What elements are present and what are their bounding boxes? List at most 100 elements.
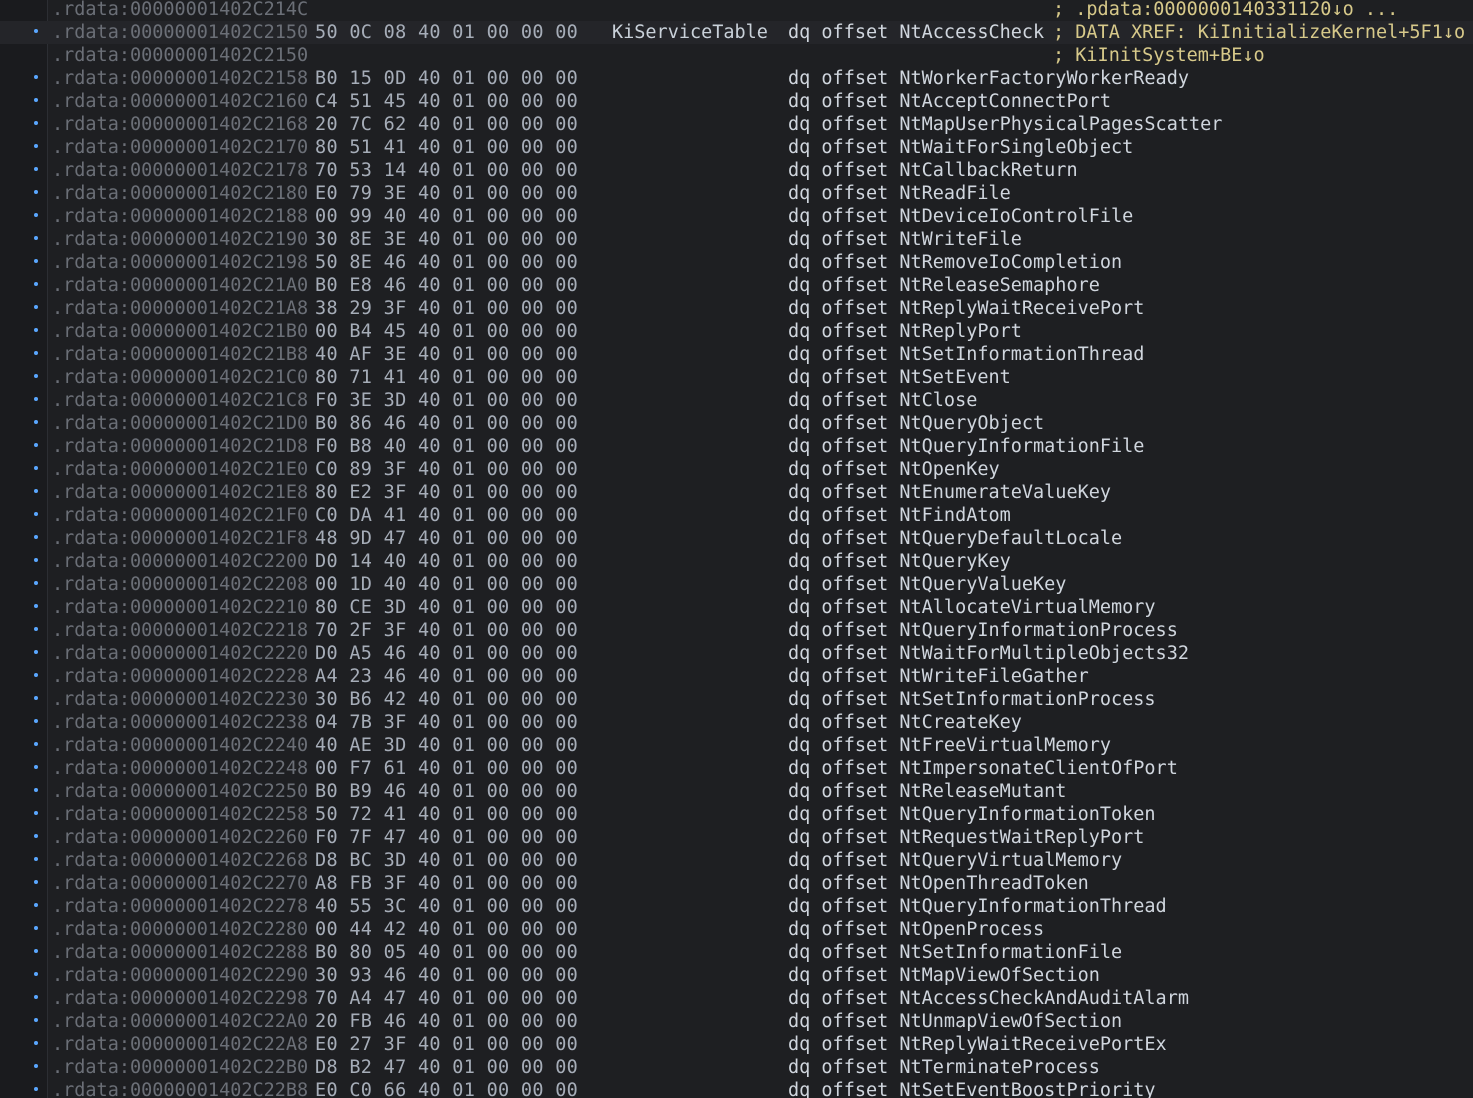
instruction[interactable]: dq offset NtTerminateProcess (788, 1056, 1100, 1079)
breakpoint-dot-icon[interactable] (34, 282, 38, 286)
breakpoint-dot-icon[interactable] (34, 949, 38, 953)
listing-row[interactable]: .rdata:00000001402C2190 30 8E 3E 40 01 00… (0, 228, 1473, 251)
listing-row[interactable]: .rdata:00000001402C21F0 C0 DA 41 40 01 00… (0, 504, 1473, 527)
address[interactable]: .rdata:00000001402C2168 (52, 113, 308, 136)
address[interactable]: .rdata:00000001402C21B0 (52, 320, 308, 343)
address[interactable]: .rdata:00000001402C2260 (52, 826, 308, 849)
address[interactable]: .rdata:00000001402C2238 (52, 711, 308, 734)
address[interactable]: .rdata:00000001402C2190 (52, 228, 308, 251)
instruction[interactable]: dq offset NtWaitForMultipleObjects32 (788, 642, 1189, 665)
instruction[interactable]: dq offset NtWaitForSingleObject (788, 136, 1133, 159)
instruction[interactable]: dq offset NtSetInformationProcess (788, 688, 1156, 711)
instruction[interactable]: dq offset NtSetEventBoostPriority (788, 1079, 1156, 1098)
address[interactable]: .rdata:00000001402C2210 (52, 596, 308, 619)
breakpoint-dot-icon[interactable] (34, 558, 38, 562)
breakpoint-dot-icon[interactable] (34, 673, 38, 677)
address[interactable]: .rdata:00000001402C22A0 (52, 1010, 308, 1033)
breakpoint-dot-icon[interactable] (34, 581, 38, 585)
address[interactable]: .rdata:00000001402C21D8 (52, 435, 308, 458)
address[interactable]: .rdata:00000001402C22A8 (52, 1033, 308, 1056)
address[interactable]: .rdata:00000001402C21C8 (52, 389, 308, 412)
breakpoint-dot-icon[interactable] (34, 167, 38, 171)
breakpoint-dot-icon[interactable] (34, 834, 38, 838)
listing-row[interactable]: .rdata:00000001402C2298 70 A4 47 40 01 00… (0, 987, 1473, 1010)
address[interactable]: .rdata:00000001402C21F0 (52, 504, 308, 527)
breakpoint-dot-icon[interactable] (34, 1064, 38, 1068)
address[interactable]: .rdata:00000001402C21A8 (52, 297, 308, 320)
instruction[interactable]: dq offset NtOpenProcess (788, 918, 1044, 941)
breakpoint-dot-icon[interactable] (34, 995, 38, 999)
listing-row[interactable]: .rdata:00000001402C21A0 B0 E8 46 40 01 00… (0, 274, 1473, 297)
breakpoint-dot-icon[interactable] (34, 121, 38, 125)
listing-row[interactable]: .rdata:00000001402C2160 C4 51 45 40 01 00… (0, 90, 1473, 113)
address[interactable]: .rdata:00000001402C21B8 (52, 343, 308, 366)
listing-row[interactable]: .rdata:00000001402C2168 20 7C 62 40 01 00… (0, 113, 1473, 136)
breakpoint-dot-icon[interactable] (34, 972, 38, 976)
listing-row[interactable]: .rdata:00000001402C2150 50 0C 08 40 01 00… (0, 21, 1473, 44)
breakpoint-dot-icon[interactable] (34, 1087, 38, 1091)
instruction[interactable]: dq offset NtQueryObject (788, 412, 1044, 435)
breakpoint-dot-icon[interactable] (34, 420, 38, 424)
instruction[interactable]: dq offset NtQueryInformationProcess (788, 619, 1178, 642)
instruction[interactable]: dq offset NtReplyPort (788, 320, 1022, 343)
disassembly-view[interactable]: .rdata:00000001402C214C ; .pdata:00000001… (0, 0, 1473, 1098)
listing-row[interactable]: .rdata:00000001402C2258 50 72 41 40 01 00… (0, 803, 1473, 826)
instruction[interactable]: dq offset NtAllocateVirtualMemory (788, 596, 1156, 619)
address[interactable]: .rdata:00000001402C21D0 (52, 412, 308, 435)
address[interactable]: .rdata:00000001402C2158 (52, 67, 308, 90)
listing-row[interactable]: .rdata:00000001402C22A8 E0 27 3F 40 01 00… (0, 1033, 1473, 1056)
instruction[interactable]: dq offset NtQueryVirtualMemory (788, 849, 1122, 872)
xref-comment[interactable]: ; KiInitSystem+BE↓o (1053, 44, 1265, 67)
listing-row[interactable]: .rdata:00000001402C2220 D0 A5 46 40 01 00… (0, 642, 1473, 665)
breakpoint-dot-icon[interactable] (34, 1018, 38, 1022)
instruction[interactable]: dq offset NtMapUserPhysicalPagesScatter (788, 113, 1222, 136)
address[interactable]: .rdata:00000001402C2188 (52, 205, 308, 228)
listing-row[interactable]: .rdata:00000001402C2230 30 B6 42 40 01 00… (0, 688, 1473, 711)
breakpoint-dot-icon[interactable] (34, 811, 38, 815)
listing-row[interactable]: .rdata:00000001402C21E0 C0 89 3F 40 01 00… (0, 458, 1473, 481)
instruction[interactable]: dq offset NtReleaseMutant (788, 780, 1066, 803)
listing-row[interactable]: .rdata:00000001402C2150 ; KiInitSystem+BE… (0, 44, 1473, 67)
address[interactable]: .rdata:00000001402C2270 (52, 872, 308, 895)
instruction[interactable]: dq offset NtWriteFile (788, 228, 1022, 251)
listing-row[interactable]: .rdata:00000001402C2268 D8 BC 3D 40 01 00… (0, 849, 1473, 872)
instruction[interactable]: dq offset NtQueryDefaultLocale (788, 527, 1122, 550)
listing-row[interactable]: .rdata:00000001402C2250 B0 B9 46 40 01 00… (0, 780, 1473, 803)
listing-row[interactable]: .rdata:00000001402C21F8 48 9D 47 40 01 00… (0, 527, 1473, 550)
listing-row[interactable]: .rdata:00000001402C2260 F0 7F 47 40 01 00… (0, 826, 1473, 849)
address[interactable]: .rdata:00000001402C2150 (52, 21, 308, 44)
instruction[interactable]: dq offset NtQueryValueKey (788, 573, 1066, 596)
breakpoint-dot-icon[interactable] (34, 696, 38, 700)
breakpoint-dot-icon[interactable] (34, 926, 38, 930)
instruction[interactable]: dq offset NtSetInformationThread (788, 343, 1144, 366)
address[interactable]: .rdata:00000001402C2160 (52, 90, 308, 113)
listing-row[interactable]: .rdata:00000001402C21A8 38 29 3F 40 01 00… (0, 297, 1473, 320)
breakpoint-dot-icon[interactable] (34, 719, 38, 723)
instruction[interactable]: dq offset NtReplyWaitReceivePort (788, 297, 1144, 320)
breakpoint-dot-icon[interactable] (34, 443, 38, 447)
address[interactable]: .rdata:00000001402C2170 (52, 136, 308, 159)
address[interactable]: .rdata:00000001402C2288 (52, 941, 308, 964)
breakpoint-dot-icon[interactable] (34, 374, 38, 378)
address[interactable]: .rdata:00000001402C2258 (52, 803, 308, 826)
instruction[interactable]: dq offset NtAccessCheck (788, 21, 1044, 44)
instruction[interactable]: dq offset NtOpenKey (788, 458, 1000, 481)
instruction[interactable]: dq offset NtAccessCheckAndAuditAlarm (788, 987, 1189, 1010)
listing-row[interactable]: .rdata:00000001402C2248 00 F7 61 40 01 00… (0, 757, 1473, 780)
listing-row[interactable]: .rdata:00000001402C2240 40 AE 3D 40 01 00… (0, 734, 1473, 757)
instruction[interactable]: dq offset NtQueryInformationThread (788, 895, 1167, 918)
address[interactable]: .rdata:00000001402C2198 (52, 251, 308, 274)
listing-row[interactable]: .rdata:00000001402C22B0 D8 B2 47 40 01 00… (0, 1056, 1473, 1079)
listing-row[interactable]: .rdata:00000001402C2278 40 55 3C 40 01 00… (0, 895, 1473, 918)
breakpoint-dot-icon[interactable] (34, 305, 38, 309)
breakpoint-dot-icon[interactable] (34, 742, 38, 746)
address[interactable]: .rdata:00000001402C21E8 (52, 481, 308, 504)
instruction[interactable]: dq offset NtMapViewOfSection (788, 964, 1100, 987)
instruction[interactable]: dq offset NtSetEvent (788, 366, 1011, 389)
address[interactable]: .rdata:00000001402C2228 (52, 665, 308, 688)
address[interactable]: .rdata:00000001402C2250 (52, 780, 308, 803)
address[interactable]: .rdata:00000001402C2218 (52, 619, 308, 642)
instruction[interactable]: dq offset NtQueryInformationToken (788, 803, 1156, 826)
instruction[interactable]: dq offset NtReleaseSemaphore (788, 274, 1100, 297)
breakpoint-dot-icon[interactable] (34, 512, 38, 516)
